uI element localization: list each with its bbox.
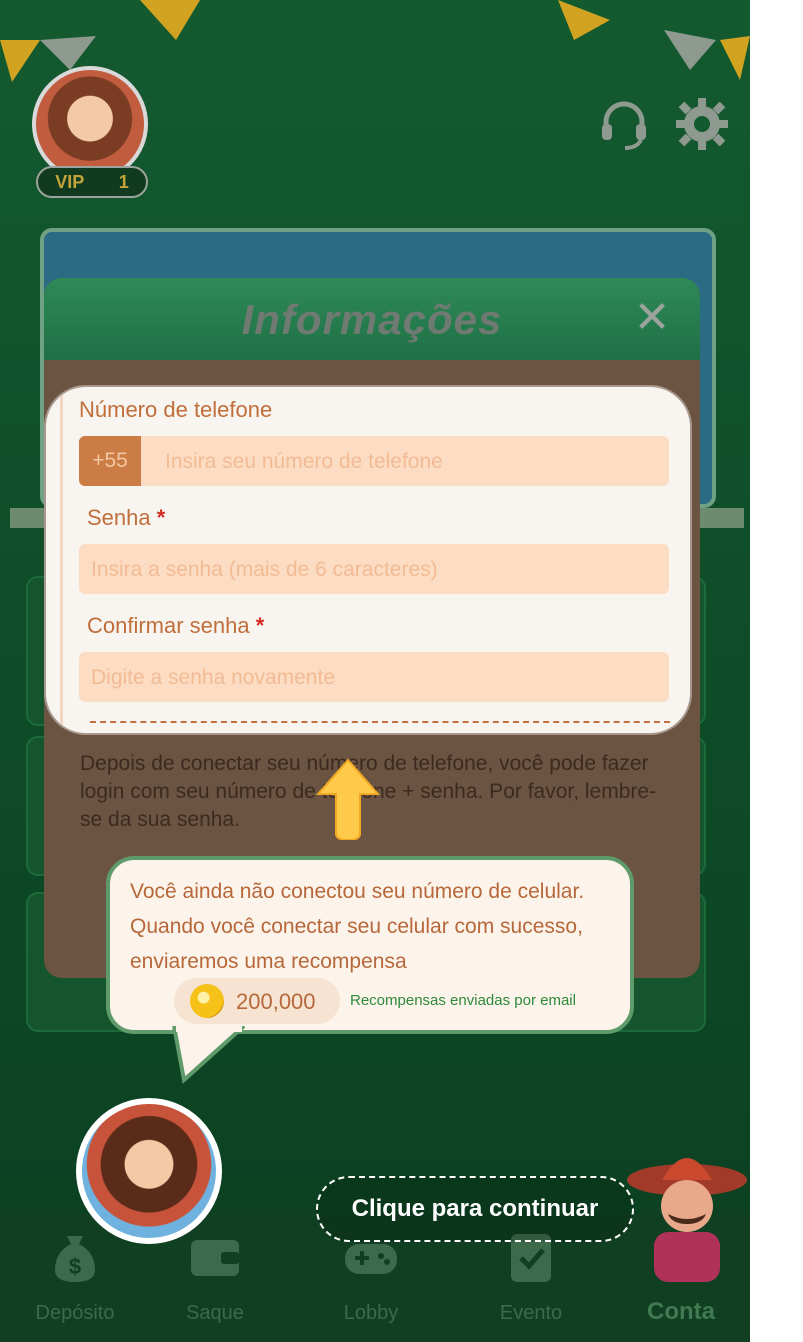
vip-level: 1 [118,171,129,192]
tip-text: Você ainda não conectou seu número de ce… [130,880,585,973]
nav-label: Depósito [35,1302,115,1324]
confirm-password-field[interactable]: Digite a senha novamente [79,652,669,702]
nav-label: Lobby [343,1302,399,1324]
nav-label: Saque [186,1302,244,1324]
mascot-character-icon [627,1158,747,1282]
coin-amount: 200,000 [236,989,316,1014]
country-code-prefix[interactable]: +55 [79,436,141,486]
required-mark: * [156,505,166,530]
app-screen: VIP 1 Informações ✕ Depois de conectar s… [0,0,750,1342]
modal-title: Informações [241,296,503,343]
headset-icon[interactable] [596,96,652,152]
reward-note: Recompensas enviadas por email [350,992,576,1009]
phone-binding-form: Número de telefone +55 Insira seu número… [46,387,690,733]
phone-label: Número de telefone [79,397,272,423]
bubble-tail [172,1026,246,1084]
password-field[interactable]: Insira a senha (mais de 6 caracteres) [79,544,669,594]
dashed-divider [90,721,670,723]
close-icon[interactable]: ✕ [632,296,672,340]
continue-button[interactable]: Clique para continuar [316,1176,634,1242]
phone-field[interactable]: +55 Insira seu número de telefone [79,436,669,486]
password-placeholder[interactable]: Insira a senha (mais de 6 caracteres) [91,544,438,596]
guide-avatar [76,1098,222,1244]
password-label-text: Senha [87,505,151,530]
money-bag-icon: $ [55,1236,95,1282]
nav-label: Conta [647,1298,715,1325]
required-mark: * [255,613,265,638]
password-label: Senha * [87,505,165,531]
svg-text:$: $ [69,1254,81,1279]
player-avatar[interactable] [32,66,148,182]
coin-reward-pill: 200,000 [174,978,340,1024]
phone-label-text: Número de telefone [79,397,273,422]
vip-label: VIP [55,171,85,192]
wallet-icon [191,1240,239,1276]
reward-tip-bubble: Você ainda não conectou seu número de ce… [106,856,634,1034]
confirm-password-placeholder[interactable]: Digite a senha novamente [91,652,335,704]
confirm-password-label: Confirmar senha * [87,613,264,639]
gear-icon[interactable] [674,96,730,152]
phone-placeholder[interactable]: Insira seu número de telefone [165,436,443,488]
nav-label: Evento [499,1302,563,1324]
vip-badge: VIP 1 [36,166,148,198]
form-edge [60,387,63,733]
coin-icon [190,984,224,1018]
arrow-up-icon [316,758,380,840]
confirm-password-label-text: Confirmar senha [87,613,250,638]
